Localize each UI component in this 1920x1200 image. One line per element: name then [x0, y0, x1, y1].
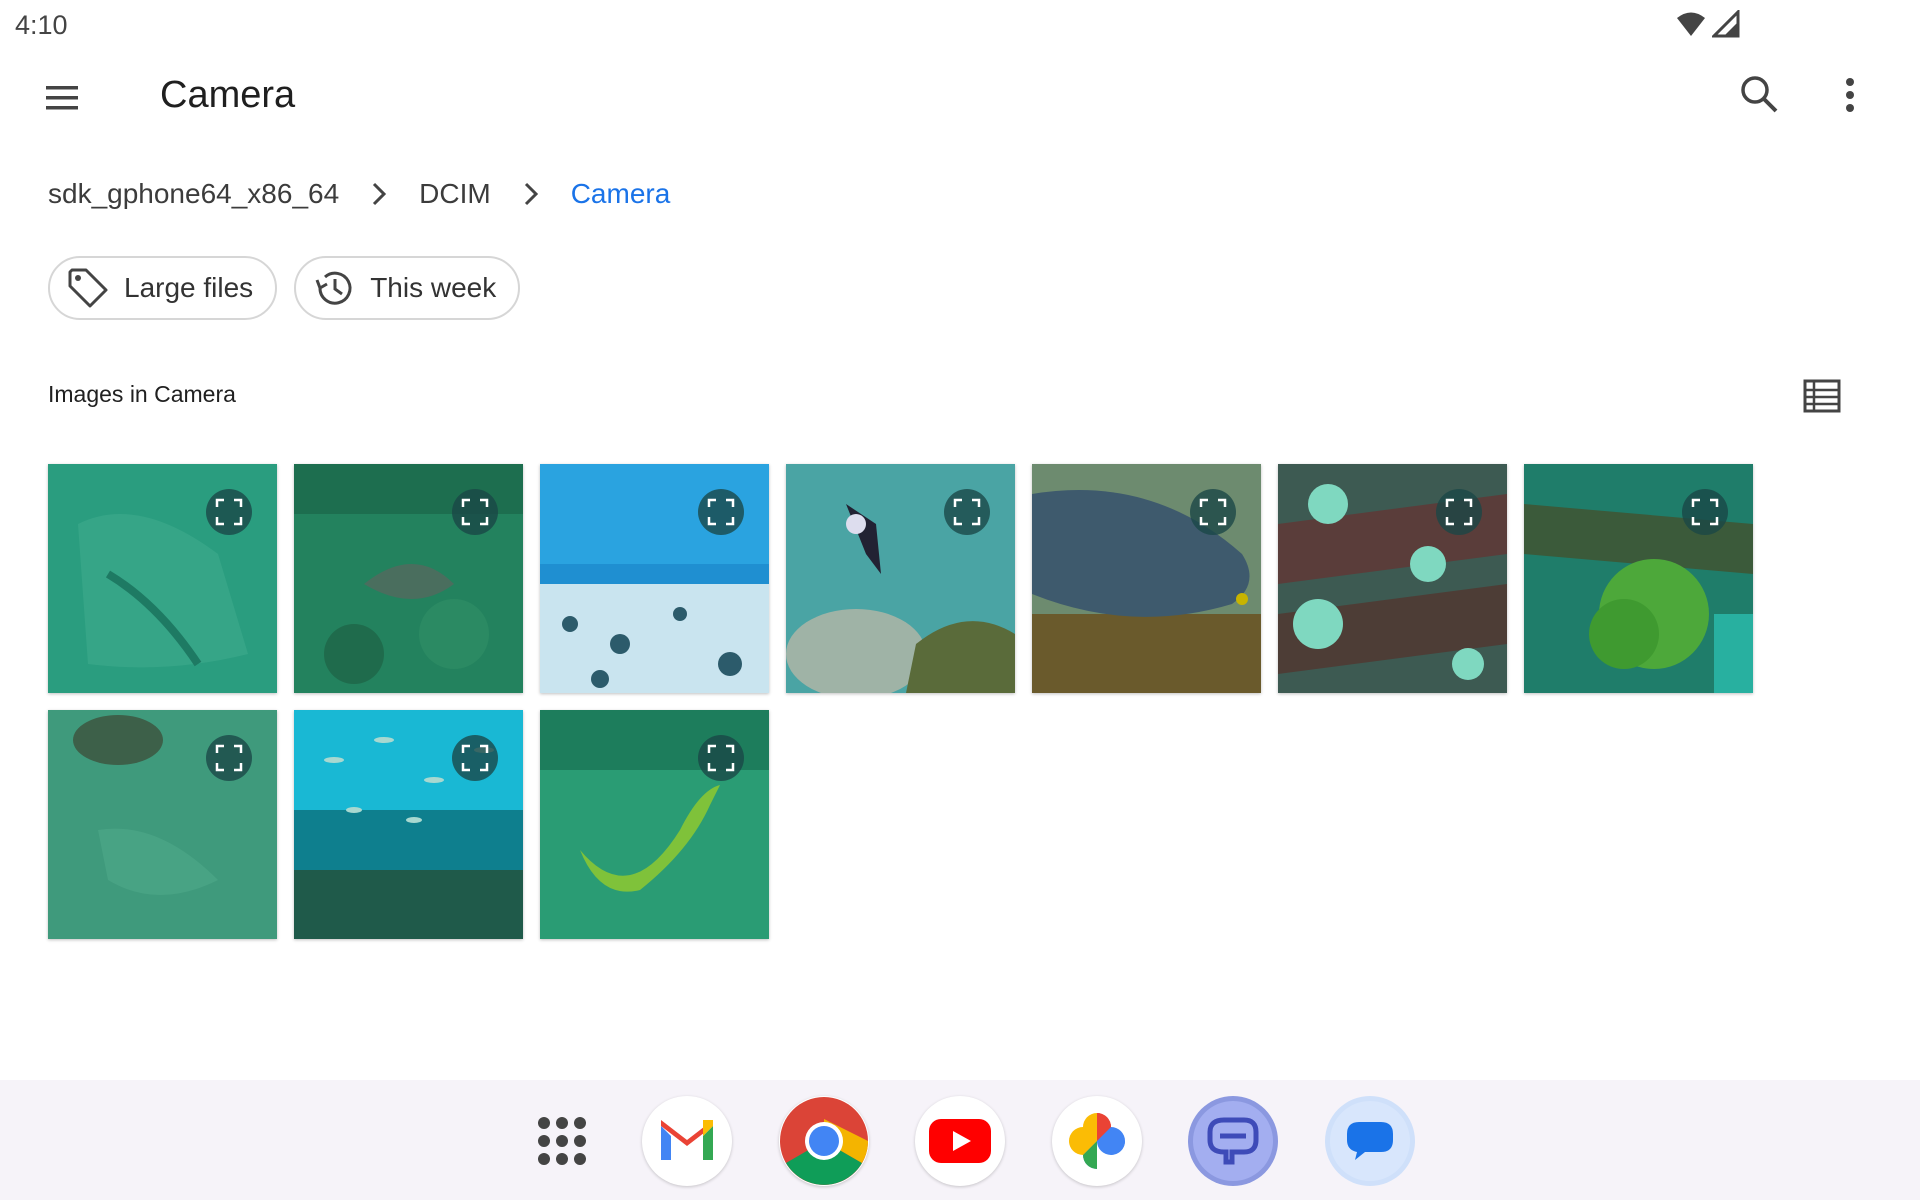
search-button[interactable]	[1735, 70, 1785, 120]
chip-large-files[interactable]: Large files	[48, 256, 278, 320]
image-thumbnail[interactable]	[1278, 464, 1507, 693]
search-icon	[1741, 76, 1778, 113]
chrome-icon[interactable]	[779, 1096, 869, 1186]
app-dock	[0, 1080, 1920, 1200]
messages-icon[interactable]	[1325, 1096, 1415, 1186]
status-icons	[1676, 10, 1740, 38]
expand-icon[interactable]	[1190, 489, 1236, 535]
photos-icon[interactable]	[1052, 1096, 1142, 1186]
expand-icon[interactable]	[944, 489, 990, 535]
hamburger-icon	[46, 86, 78, 110]
image-thumbnail[interactable]	[48, 710, 277, 939]
chip-this-week[interactable]: This week	[294, 256, 521, 320]
chevron-right-icon	[339, 180, 419, 208]
image-thumbnail[interactable]	[48, 464, 277, 693]
chip-label: Large files	[124, 272, 254, 303]
expand-icon[interactable]	[1436, 489, 1482, 535]
chevron-right-icon	[491, 180, 571, 208]
image-thumbnail[interactable]	[786, 464, 1015, 693]
app-icon[interactable]	[1188, 1096, 1278, 1186]
menu-button[interactable]	[40, 76, 104, 120]
image-thumbnail[interactable]	[294, 464, 523, 693]
app-drawer-icon[interactable]	[517, 1096, 607, 1186]
expand-icon[interactable]	[206, 489, 252, 535]
image-thumbnail[interactable]	[540, 710, 769, 939]
youtube-icon[interactable]	[915, 1096, 1005, 1186]
page-title: Camera	[160, 74, 296, 116]
image-thumbnail[interactable]	[294, 710, 523, 939]
breadcrumb-item-camera[interactable]: Camera	[571, 178, 671, 210]
more-vert-icon	[1846, 78, 1854, 112]
expand-icon[interactable]	[452, 735, 498, 781]
expand-icon[interactable]	[698, 489, 744, 535]
history-icon	[315, 271, 352, 305]
wifi-icon	[1677, 12, 1705, 36]
expand-icon[interactable]	[1682, 489, 1728, 535]
image-thumbnail[interactable]	[540, 464, 769, 693]
expand-icon[interactable]	[206, 735, 252, 781]
app-bar: Camera	[0, 50, 1920, 146]
breadcrumb-item-dcim[interactable]: DCIM	[419, 178, 491, 210]
expand-icon[interactable]	[698, 735, 744, 781]
status-bar: 4:10	[0, 0, 1920, 50]
chip-label: This week	[370, 272, 497, 303]
filter-chips: Large files This week	[48, 256, 521, 320]
breadcrumb-item-device[interactable]: sdk_gphone64_x86_64	[48, 178, 339, 210]
image-thumbnail[interactable]	[1032, 464, 1261, 693]
breadcrumb: sdk_gphone64_x86_64 DCIM Camera	[48, 174, 670, 214]
status-time: 4:10	[15, 10, 68, 40]
expand-icon[interactable]	[452, 489, 498, 535]
tag-icon	[68, 268, 108, 308]
section-title: Images in Camera	[48, 381, 236, 407]
signal-icon	[1712, 10, 1740, 38]
list-view-toggle[interactable]	[1802, 378, 1842, 414]
list-view-icon	[1803, 379, 1841, 413]
image-thumbnail[interactable]	[1524, 464, 1753, 693]
gmail-icon[interactable]	[642, 1096, 732, 1186]
more-options-button[interactable]	[1830, 70, 1870, 120]
